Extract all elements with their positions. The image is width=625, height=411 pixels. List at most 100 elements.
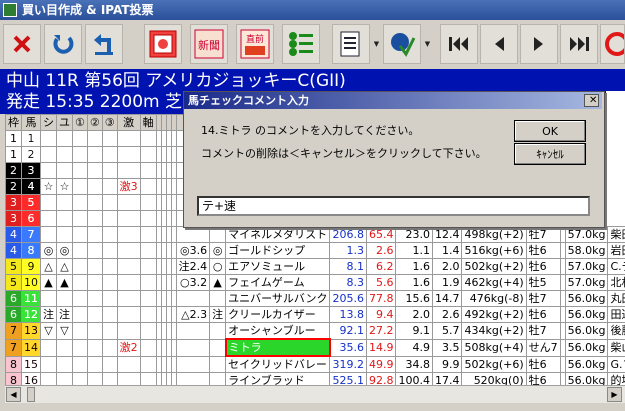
- col-header[interactable]: ③: [101, 114, 118, 131]
- table-cell[interactable]: [72, 146, 88, 163]
- table-cell[interactable]: [101, 258, 118, 275]
- table-cell[interactable]: 13: [21, 322, 41, 340]
- table-cell[interactable]: [139, 322, 157, 340]
- scroll-right-button[interactable]: ▶: [607, 387, 622, 402]
- table-cell[interactable]: [116, 274, 141, 291]
- odds-button[interactable]: 直前: [236, 24, 274, 64]
- table-cell[interactable]: 502kg(+2): [461, 258, 527, 275]
- table-cell[interactable]: [116, 194, 141, 211]
- table-cell[interactable]: 1.4: [431, 242, 463, 259]
- table-cell[interactable]: 92.8: [365, 372, 397, 385]
- table-cell[interactable]: ☆: [40, 178, 57, 195]
- table-cell[interactable]: [56, 194, 73, 211]
- table-cell[interactable]: 65.4: [365, 226, 397, 243]
- table-cell[interactable]: [86, 322, 103, 340]
- table-cell[interactable]: せん7: [525, 338, 561, 357]
- table-cell[interactable]: フェイムゲーム: [225, 274, 331, 291]
- stop-button[interactable]: [600, 24, 625, 64]
- table-cell[interactable]: ◎: [40, 242, 57, 259]
- table-cell[interactable]: [101, 372, 118, 385]
- table-cell[interactable]: [86, 162, 103, 179]
- table-cell[interactable]: 15: [21, 355, 41, 373]
- table-cell[interactable]: [56, 338, 73, 357]
- table-cell[interactable]: [56, 130, 73, 147]
- table-cell[interactable]: [72, 338, 88, 357]
- col-header[interactable]: 激: [116, 114, 141, 131]
- table-cell[interactable]: 57.0kg: [564, 274, 609, 291]
- table-cell[interactable]: 525.1: [329, 372, 367, 385]
- table-cell[interactable]: [101, 194, 118, 211]
- table-cell[interactable]: ▲: [40, 274, 57, 291]
- table-cell[interactable]: 56.0kg: [564, 306, 609, 323]
- table-cell[interactable]: 9.4: [365, 306, 397, 323]
- table-cell[interactable]: 2.6: [365, 242, 397, 259]
- table-cell[interactable]: 12.4: [431, 226, 463, 243]
- table-cell[interactable]: [139, 258, 157, 275]
- table-cell[interactable]: ユニバーサルバンク: [225, 290, 331, 307]
- table-cell[interactable]: ゴールドシップ: [225, 242, 331, 259]
- table-cell[interactable]: [72, 258, 88, 275]
- table-cell[interactable]: 2.0: [431, 258, 463, 275]
- table-cell[interactable]: [139, 274, 157, 291]
- table-cell[interactable]: [86, 258, 103, 275]
- dialog-close-button[interactable]: ✕: [584, 94, 599, 107]
- table-cell[interactable]: 11: [21, 290, 41, 307]
- table-cell[interactable]: [139, 338, 157, 357]
- table-cell[interactable]: [175, 355, 211, 373]
- table-cell[interactable]: 5: [5, 274, 22, 291]
- col-header[interactable]: 枠: [5, 114, 22, 131]
- table-cell[interactable]: [40, 146, 57, 163]
- table-cell[interactable]: 16: [21, 372, 41, 385]
- table-cell[interactable]: 56.0kg: [564, 355, 609, 373]
- table-row[interactable]: 6 11 ユニバーサルバンク 205.6 77.8 15.6 14.7 476kg(-8) 牡7…: [5, 290, 625, 307]
- table-cell[interactable]: 2: [5, 162, 22, 179]
- table-cell[interactable]: [86, 210, 103, 227]
- table-cell[interactable]: 3: [5, 210, 22, 227]
- target-button[interactable]: [144, 24, 182, 64]
- table-cell[interactable]: 注: [56, 306, 73, 323]
- table-cell[interactable]: [209, 290, 227, 307]
- table-cell[interactable]: [40, 194, 57, 211]
- table-cell[interactable]: 7: [21, 226, 41, 243]
- table-cell[interactable]: [56, 162, 73, 179]
- table-cell[interactable]: 柴山: [607, 338, 625, 357]
- table-cell[interactable]: [56, 146, 73, 163]
- table-cell[interactable]: [175, 226, 211, 243]
- table-cell[interactable]: エアソミュール: [225, 258, 331, 275]
- table-cell[interactable]: C.デ: [607, 258, 625, 275]
- table-cell[interactable]: [101, 290, 118, 307]
- table-cell[interactable]: [116, 306, 141, 323]
- table-cell[interactable]: 3: [21, 162, 41, 179]
- table-cell[interactable]: [72, 306, 88, 323]
- table-cell[interactable]: [86, 338, 103, 357]
- table-cell[interactable]: 牡6: [525, 306, 561, 323]
- table-cell[interactable]: 5.7: [431, 322, 463, 340]
- table-cell[interactable]: 4.9: [395, 338, 433, 357]
- table-cell[interactable]: 498kg(+2): [461, 226, 527, 243]
- cancel-button[interactable]: ｷｬﾝｾﾙ: [514, 143, 586, 165]
- table-cell[interactable]: 6: [21, 210, 41, 227]
- table-cell[interactable]: [72, 194, 88, 211]
- table-cell[interactable]: [116, 322, 141, 340]
- col-header[interactable]: 馬: [21, 114, 41, 131]
- table-cell[interactable]: 56.0kg: [564, 322, 609, 340]
- table-cell[interactable]: [139, 306, 157, 323]
- table-cell[interactable]: [86, 242, 103, 259]
- table-cell[interactable]: [72, 274, 88, 291]
- table-cell[interactable]: 1.6: [395, 274, 433, 291]
- table-cell[interactable]: [40, 338, 57, 357]
- table-cell[interactable]: [101, 146, 118, 163]
- table-cell[interactable]: [175, 372, 211, 385]
- table-cell[interactable]: [56, 355, 73, 373]
- table-cell[interactable]: 的場: [607, 372, 625, 385]
- table-cell[interactable]: 6: [5, 290, 22, 307]
- table-cell[interactable]: 1: [5, 130, 22, 147]
- table-cell[interactable]: [40, 226, 57, 243]
- table-cell[interactable]: 57.0kg: [564, 226, 609, 243]
- table-cell[interactable]: 56.0kg: [564, 372, 609, 385]
- table-cell[interactable]: 57.0kg: [564, 258, 609, 275]
- table-cell[interactable]: [139, 210, 157, 227]
- table-cell[interactable]: [139, 242, 157, 259]
- table-row[interactable]: 5 9 △ △ 注2.4 ○ エアソミュール 8.1 6.2 1.6 2.0 502kg(+2) 牡6 5…: [5, 258, 625, 275]
- table-cell[interactable]: 8.1: [329, 258, 367, 275]
